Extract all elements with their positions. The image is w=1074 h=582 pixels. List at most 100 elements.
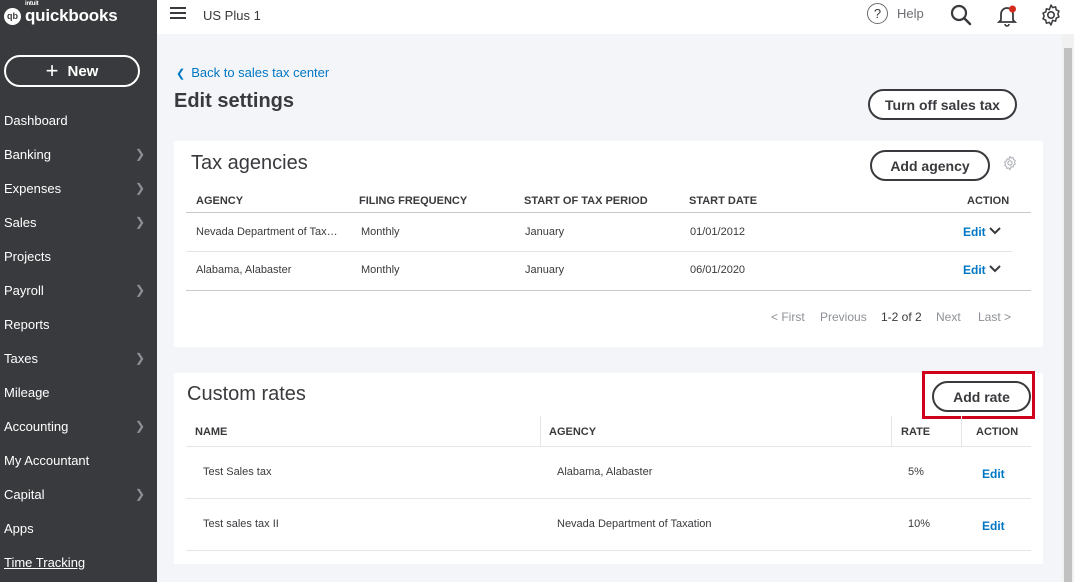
sidebar-item-taxes[interactable]: Taxes ❯ [0,341,157,375]
chevron-down-icon[interactable] [989,226,1001,236]
notifications-bell-icon[interactable] [995,3,1019,27]
col-header-name[interactable]: NAME [195,426,227,438]
header-divider [186,446,1031,447]
chevron-right-icon: ❯ [134,147,145,161]
sidebar-item-label: Apps [4,520,34,536]
sidebar-item-label: Accounting [4,418,69,434]
chevron-down-icon[interactable] [989,264,1001,274]
row-divider [186,498,1031,499]
sidebar: qb intuit quickbooks + New Dashboard Bank… [0,0,157,582]
sidebar-item-reports[interactable]: Reports [0,307,157,341]
sidebar-item-label: Taxes [4,350,38,366]
start-date-cell: 01/01/2012 [690,226,746,238]
pager-first[interactable]: < First [771,310,805,324]
pager-next[interactable]: Next [936,310,961,324]
pager-range: 1-2 of 2 [881,310,922,324]
col-header-action: ACTION [967,195,1010,207]
sidebar-item-payroll[interactable]: Payroll ❯ [0,273,157,307]
rate-agency-cell: Nevada Department of Taxation [557,518,712,530]
col-header-start-of-tax-period[interactable]: START OF TAX PERIOD [524,195,648,207]
sidebar-item-label: Banking [4,146,51,162]
col-header-start-date[interactable]: START DATE [689,195,757,207]
sidebar-item-label: Projects [4,248,51,264]
pager-last[interactable]: Last > [978,310,1011,324]
plus-icon: + [45,58,59,83]
edit-rate-link[interactable]: Edit [982,467,1005,481]
start-period-cell: January [525,264,565,276]
rate-value-cell: 10% [908,518,931,530]
edit-agency-link[interactable]: Edit [963,263,986,277]
rate-agency-cell: Alabama, Alabaster [557,466,653,478]
quickbooks-logo[interactable]: qb intuit quickbooks [4,1,118,27]
header-divider [186,212,1031,213]
qb-logo-icon: qb [4,7,21,25]
col-header-agency[interactable]: AGENCY [549,426,596,438]
table-bottom-divider [186,290,1031,291]
sidebar-item-label: Dashboard [4,112,68,128]
agency-cell: Nevada Department of Tax… [196,226,338,238]
sidebar-item-label: Expenses [4,180,62,196]
pager-previous[interactable]: Previous [820,310,867,324]
logo-text: quickbooks [25,6,118,25]
chevron-left-icon: ❮ [176,68,186,80]
row-divider [186,550,1031,551]
tax-agencies-title: Tax agencies [191,152,308,174]
sidebar-item-expenses[interactable]: Expenses ❯ [0,171,157,205]
start-date-cell: 06/01/2020 [690,264,746,276]
sidebar-item-apps[interactable]: Apps [0,511,157,545]
sidebar-item-dashboard[interactable]: Dashboard [0,103,157,137]
page-title: Edit settings [174,90,295,112]
turn-off-sales-tax-button[interactable]: Turn off sales tax [868,89,1017,120]
back-to-sales-tax-center-link[interactable]: ❮ Back to sales tax center [176,65,329,80]
rate-name-cell: Test sales tax II [203,518,279,530]
sidebar-item-time-tracking[interactable]: Time Tracking [0,545,157,579]
help-label: Help [897,6,924,21]
sidebar-item-label: Reports [4,316,50,332]
chevron-right-icon: ❯ [134,351,145,365]
company-name: US Plus 1 [203,8,261,23]
page-scrollbar[interactable] [1062,34,1074,582]
col-header-filing-frequency[interactable]: FILING FREQUENCY [359,195,467,207]
sidebar-item-projects[interactable]: Projects [0,239,157,273]
frequency-cell: Monthly [361,226,400,238]
table-settings-gear-icon[interactable] [1002,155,1018,171]
help-icon: ? [867,3,888,24]
sidebar-item-capital[interactable]: Capital ❯ [0,477,157,511]
sidebar-item-banking[interactable]: Banking ❯ [0,137,157,171]
sidebar-item-mileage[interactable]: Mileage [0,375,157,409]
sidebar-item-accounting[interactable]: Accounting ❯ [0,409,157,443]
chevron-right-icon: ❯ [134,215,145,229]
new-button[interactable]: + New [4,55,140,87]
sidebar-item-sales[interactable]: Sales ❯ [0,205,157,239]
top-bar: US Plus 1 ? Help [157,0,1074,34]
sidebar-item-label: Sales [4,214,37,230]
col-header-agency[interactable]: AGENCY [196,195,243,207]
scrollbar-thumb[interactable] [1064,48,1072,582]
help-button[interactable]: ? Help [867,3,924,24]
custom-rates-title: Custom rates [187,383,306,405]
rate-name-cell: Test Sales tax [203,466,272,478]
rate-value-cell: 5% [908,466,924,478]
start-period-cell: January [525,226,565,238]
edit-agency-link[interactable]: Edit [963,225,986,239]
search-icon[interactable] [949,3,973,27]
edit-rate-link[interactable]: Edit [982,519,1005,533]
sidebar-item-label: Mileage [4,384,50,400]
chevron-right-icon: ❯ [134,283,145,297]
col-header-action: ACTION [976,426,1019,438]
chevron-right-icon: ❯ [134,181,145,195]
settings-gear-icon[interactable] [1039,3,1063,27]
sidebar-item-label: My Accountant [4,452,90,468]
row-divider [186,251,1012,252]
logo-intuit-text: intuit [25,1,39,7]
col-header-rate[interactable]: RATE [901,426,930,438]
chevron-right-icon: ❯ [134,487,145,501]
sidebar-item-label: Capital [4,486,45,502]
column-divider[interactable] [891,416,892,446]
hamburger-menu-icon[interactable] [170,7,186,21]
chevron-right-icon: ❯ [134,419,145,433]
column-divider[interactable] [961,416,962,446]
add-agency-button[interactable]: Add agency [870,150,990,181]
sidebar-item-my-accountant[interactable]: My Accountant [0,443,157,477]
column-divider[interactable] [540,416,541,446]
